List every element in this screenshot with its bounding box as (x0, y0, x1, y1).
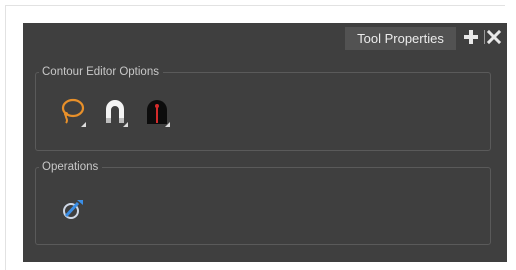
dropdown-corner-icon (81, 122, 86, 127)
tab-divider (484, 30, 485, 44)
tab-tool-properties[interactable]: Tool Properties (345, 27, 456, 50)
close-icon[interactable] (486, 29, 502, 45)
plus-icon[interactable] (463, 29, 479, 45)
page-left-rule (5, 5, 6, 270)
contour-editor-options-group: Contour Editor Options (35, 64, 491, 151)
panel-tab-bar: Tool Properties (23, 23, 507, 50)
tool-properties-panel: Tool Properties Contour Editor Options O… (23, 23, 507, 262)
group-title-contour: Contour Editor Options (39, 64, 163, 80)
magnet-icon[interactable] (102, 97, 128, 127)
page-top-rule (5, 5, 505, 6)
dropdown-corner-icon (165, 122, 170, 127)
operations-group: Operations (35, 159, 491, 245)
pen-stroke-tool-icon[interactable] (60, 194, 86, 224)
dropdown-corner-icon (123, 122, 128, 127)
group-title-operations: Operations (39, 159, 103, 175)
lasso-icon[interactable] (60, 97, 86, 127)
pressure-stroke-icon[interactable] (144, 97, 170, 127)
